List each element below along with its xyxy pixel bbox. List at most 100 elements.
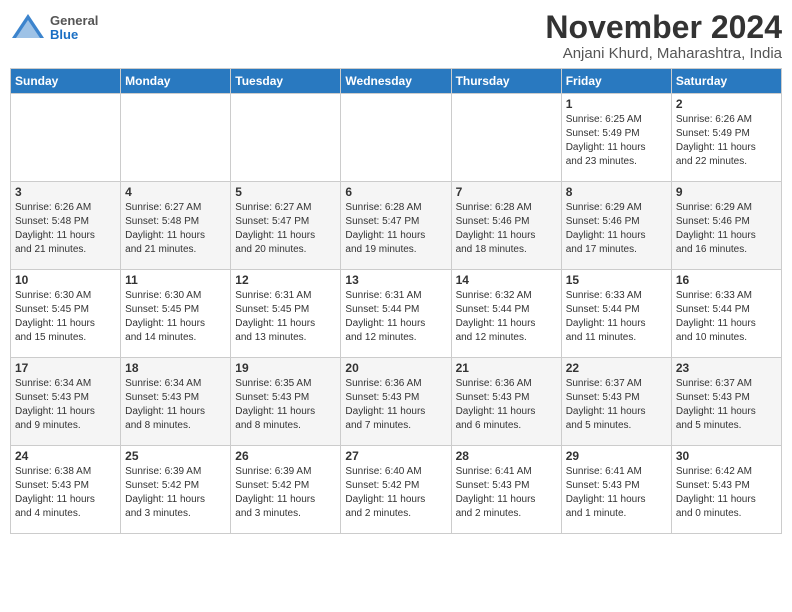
day-info: Sunrise: 6:32 AM Sunset: 5:44 PM Dayligh… xyxy=(456,289,557,345)
calendar-cell: 23 Sunrise: 6:37 AM Sunset: 5:43 PM Dayli… xyxy=(671,358,781,446)
day-number: 24 xyxy=(15,449,116,463)
day-info: Sunrise: 6:30 AM Sunset: 5:45 PM Dayligh… xyxy=(125,289,226,345)
day-number: 8 xyxy=(566,185,667,199)
calendar-cell: 14 Sunrise: 6:32 AM Sunset: 5:44 PM Dayli… xyxy=(451,270,561,358)
day-info: Sunrise: 6:38 AM Sunset: 5:43 PM Dayligh… xyxy=(15,465,116,521)
calendar-cell: 4 Sunrise: 6:27 AM Sunset: 5:48 PM Daylig… xyxy=(121,182,231,270)
calendar-cell: 29Sunrise: 6:41 AM Sunset: 5:43 PM Dayli… xyxy=(561,446,671,534)
day-number: 13 xyxy=(345,273,446,287)
calendar-cell: 25 Sunrise: 6:39 AM Sunset: 5:42 PM Dayli… xyxy=(121,446,231,534)
calendar-cell: 3 Sunrise: 6:26 AM Sunset: 5:48 PM Daylig… xyxy=(11,182,121,270)
calendar-week-4: 17 Sunrise: 6:34 AM Sunset: 5:43 PM Dayli… xyxy=(11,358,782,446)
day-number: 15 xyxy=(566,273,667,287)
calendar-cell xyxy=(341,94,451,182)
calendar-cell: 13 Sunrise: 6:31 AM Sunset: 5:44 PM Dayli… xyxy=(341,270,451,358)
day-number: 28 xyxy=(456,449,557,463)
day-info: Sunrise: 6:27 AM Sunset: 5:48 PM Dayligh… xyxy=(125,201,226,257)
weekday-wednesday: Wednesday xyxy=(341,69,451,94)
title-area: November 2024 Anjani Khurd, Maharashtra,… xyxy=(545,10,782,62)
calendar-cell xyxy=(451,94,561,182)
calendar-cell: 30 Sunrise: 6:42 AM Sunset: 5:43 PM Dayli… xyxy=(671,446,781,534)
day-info: Sunrise: 6:39 AM Sunset: 5:42 PM Dayligh… xyxy=(235,465,336,521)
day-number: 26 xyxy=(235,449,336,463)
day-info: Sunrise: 6:34 AM Sunset: 5:43 PM Dayligh… xyxy=(15,377,116,433)
day-number: 14 xyxy=(456,273,557,287)
day-info: Sunrise: 6:30 AM Sunset: 5:45 PM Dayligh… xyxy=(15,289,116,345)
day-number: 4 xyxy=(125,185,226,199)
day-number: 3 xyxy=(15,185,116,199)
calendar-week-5: 24 Sunrise: 6:38 AM Sunset: 5:43 PM Dayli… xyxy=(11,446,782,534)
calendar-cell: 27Sunrise: 6:40 AM Sunset: 5:42 PM Dayli… xyxy=(341,446,451,534)
calendar-cell: 26 Sunrise: 6:39 AM Sunset: 5:42 PM Dayli… xyxy=(231,446,341,534)
day-info: Sunrise: 6:26 AM Sunset: 5:49 PM Dayligh… xyxy=(676,113,777,169)
day-number: 20 xyxy=(345,361,446,375)
day-info: Sunrise: 6:40 AM Sunset: 5:42 PM Dayligh… xyxy=(345,465,446,521)
location: Anjani Khurd, Maharashtra, India xyxy=(545,45,782,62)
day-info: Sunrise: 6:29 AM Sunset: 5:46 PM Dayligh… xyxy=(566,201,667,257)
day-number: 21 xyxy=(456,361,557,375)
day-number: 29 xyxy=(566,449,667,463)
day-number: 17 xyxy=(15,361,116,375)
calendar-cell: 18 Sunrise: 6:34 AM Sunset: 5:43 PM Dayli… xyxy=(121,358,231,446)
logo-blue: Blue xyxy=(50,28,98,42)
day-number: 19 xyxy=(235,361,336,375)
day-info: Sunrise: 6:37 AM Sunset: 5:43 PM Dayligh… xyxy=(676,377,777,433)
logo-general: General xyxy=(50,14,98,28)
day-info: Sunrise: 6:31 AM Sunset: 5:44 PM Dayligh… xyxy=(345,289,446,345)
day-number: 30 xyxy=(676,449,777,463)
day-number: 10 xyxy=(15,273,116,287)
day-number: 2 xyxy=(676,97,777,111)
weekday-monday: Monday xyxy=(121,69,231,94)
calendar-cell: 7Sunrise: 6:28 AM Sunset: 5:46 PM Daylig… xyxy=(451,182,561,270)
calendar-cell: 20Sunrise: 6:36 AM Sunset: 5:43 PM Dayli… xyxy=(341,358,451,446)
day-info: Sunrise: 6:31 AM Sunset: 5:45 PM Dayligh… xyxy=(235,289,336,345)
calendar-cell: 19 Sunrise: 6:35 AM Sunset: 5:43 PM Dayli… xyxy=(231,358,341,446)
calendar-cell: 17 Sunrise: 6:34 AM Sunset: 5:43 PM Dayli… xyxy=(11,358,121,446)
calendar-cell: 24 Sunrise: 6:38 AM Sunset: 5:43 PM Dayli… xyxy=(11,446,121,534)
logo-text: General Blue xyxy=(50,14,98,43)
day-info: Sunrise: 6:33 AM Sunset: 5:44 PM Dayligh… xyxy=(676,289,777,345)
calendar-body: 1Sunrise: 6:25 AM Sunset: 5:49 PM Daylig… xyxy=(11,94,782,534)
calendar-header: Sunday Monday Tuesday Wednesday Thursday… xyxy=(11,69,782,94)
day-info: Sunrise: 6:29 AM Sunset: 5:46 PM Dayligh… xyxy=(676,201,777,257)
day-number: 16 xyxy=(676,273,777,287)
calendar-week-3: 10 Sunrise: 6:30 AM Sunset: 5:45 PM Dayli… xyxy=(11,270,782,358)
weekday-friday: Friday xyxy=(561,69,671,94)
calendar-cell: 11 Sunrise: 6:30 AM Sunset: 5:45 PM Dayli… xyxy=(121,270,231,358)
day-number: 12 xyxy=(235,273,336,287)
weekday-thursday: Thursday xyxy=(451,69,561,94)
day-number: 22 xyxy=(566,361,667,375)
calendar-week-2: 3 Sunrise: 6:26 AM Sunset: 5:48 PM Daylig… xyxy=(11,182,782,270)
day-info: Sunrise: 6:42 AM Sunset: 5:43 PM Dayligh… xyxy=(676,465,777,521)
day-info: Sunrise: 6:26 AM Sunset: 5:48 PM Dayligh… xyxy=(15,201,116,257)
calendar-cell xyxy=(121,94,231,182)
logo: General Blue xyxy=(10,10,98,46)
calendar-cell xyxy=(231,94,341,182)
calendar-cell: 21 Sunrise: 6:36 AM Sunset: 5:43 PM Dayli… xyxy=(451,358,561,446)
day-number: 11 xyxy=(125,273,226,287)
calendar-cell: 22 Sunrise: 6:37 AM Sunset: 5:43 PM Dayli… xyxy=(561,358,671,446)
page-header: General Blue November 2024 Anjani Khurd,… xyxy=(10,10,782,62)
weekday-tuesday: Tuesday xyxy=(231,69,341,94)
day-number: 18 xyxy=(125,361,226,375)
day-info: Sunrise: 6:37 AM Sunset: 5:43 PM Dayligh… xyxy=(566,377,667,433)
weekday-sunday: Sunday xyxy=(11,69,121,94)
day-info: Sunrise: 6:35 AM Sunset: 5:43 PM Dayligh… xyxy=(235,377,336,433)
day-number: 6 xyxy=(345,185,446,199)
day-info: Sunrise: 6:41 AM Sunset: 5:43 PM Dayligh… xyxy=(456,465,557,521)
day-number: 25 xyxy=(125,449,226,463)
calendar-week-1: 1Sunrise: 6:25 AM Sunset: 5:49 PM Daylig… xyxy=(11,94,782,182)
weekday-saturday: Saturday xyxy=(671,69,781,94)
calendar-table: Sunday Monday Tuesday Wednesday Thursday… xyxy=(10,68,782,534)
day-number: 23 xyxy=(676,361,777,375)
day-number: 9 xyxy=(676,185,777,199)
month-title: November 2024 xyxy=(545,10,782,45)
logo-icon xyxy=(10,10,46,46)
calendar-cell: 12 Sunrise: 6:31 AM Sunset: 5:45 PM Dayli… xyxy=(231,270,341,358)
day-info: Sunrise: 6:39 AM Sunset: 5:42 PM Dayligh… xyxy=(125,465,226,521)
calendar-cell: 10 Sunrise: 6:30 AM Sunset: 5:45 PM Dayli… xyxy=(11,270,121,358)
day-info: Sunrise: 6:34 AM Sunset: 5:43 PM Dayligh… xyxy=(125,377,226,433)
calendar-cell: 28 Sunrise: 6:41 AM Sunset: 5:43 PM Dayli… xyxy=(451,446,561,534)
day-info: Sunrise: 6:33 AM Sunset: 5:44 PM Dayligh… xyxy=(566,289,667,345)
day-info: Sunrise: 6:36 AM Sunset: 5:43 PM Dayligh… xyxy=(456,377,557,433)
